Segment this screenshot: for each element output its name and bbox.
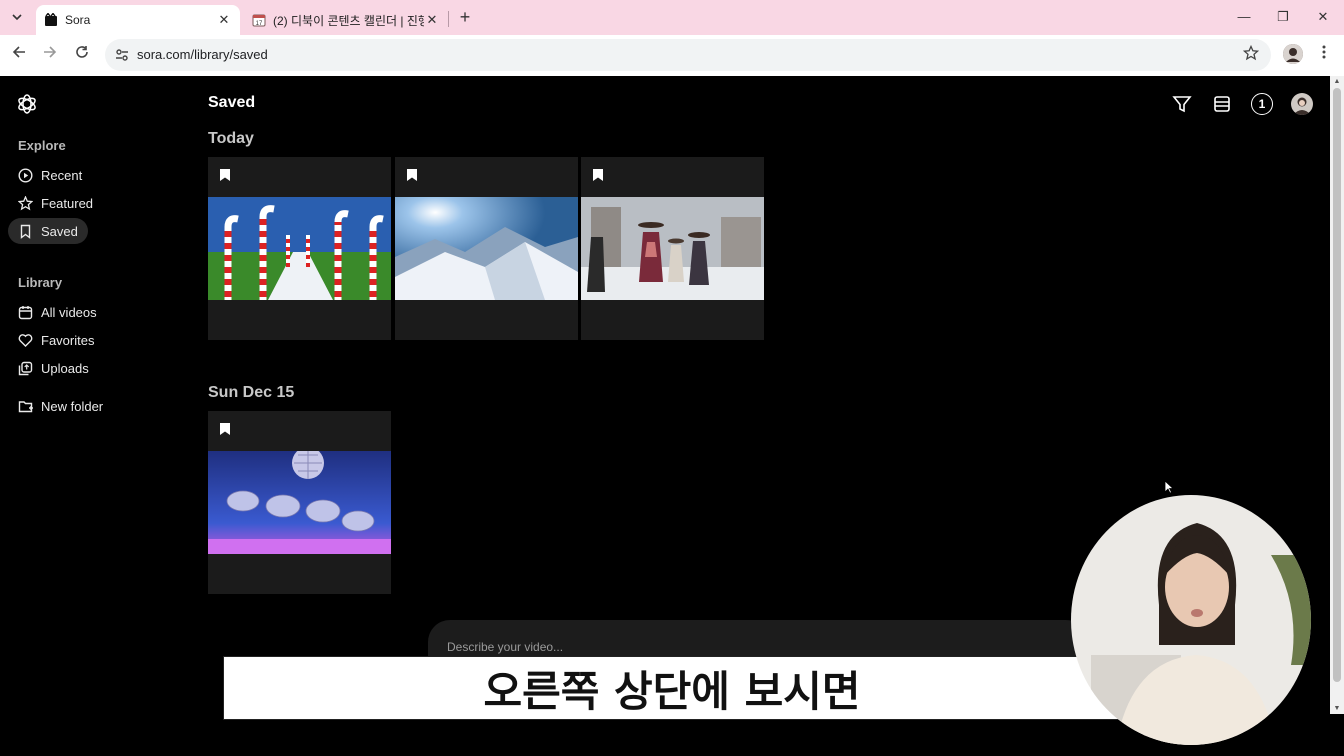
play-circle-icon xyxy=(18,167,33,183)
video-card[interactable] xyxy=(208,411,391,594)
video-thumbnail-disco-turtles[interactable] xyxy=(208,451,391,554)
window-close-button[interactable]: ✕ xyxy=(1311,6,1335,28)
bookmark-star-icon[interactable] xyxy=(1243,45,1259,61)
video-thumbnail-snow-mountains[interactable] xyxy=(395,197,578,300)
site-info-icon[interactable] xyxy=(113,46,131,64)
scrollbar-thumb[interactable] xyxy=(1333,88,1341,682)
more-vertical-icon xyxy=(1322,45,1326,59)
bookmark-filled-icon[interactable] xyxy=(219,168,231,182)
bookmark-filled-icon[interactable] xyxy=(219,422,231,436)
browser-toolbar: sora.com/library/saved xyxy=(0,35,1344,76)
tab-title: (2) 디북이 콘텐츠 캘린더 | 진행 xyxy=(273,13,424,28)
sora-favicon-icon xyxy=(45,13,57,26)
calendar-favicon-icon: 17 xyxy=(252,14,266,27)
filter-icon[interactable] xyxy=(1171,93,1193,115)
sidebar-item-label: Uploads xyxy=(41,360,89,376)
chevron-down-icon xyxy=(12,14,22,21)
restore-button[interactable]: ❐ xyxy=(1271,6,1295,28)
browser-menu-button[interactable] xyxy=(1317,44,1331,66)
video-subtitle: 오른쪽 상단에 보시면 xyxy=(223,656,1121,720)
calendar-icon xyxy=(18,305,33,319)
video-thumbnail-winter-fashion[interactable] xyxy=(581,197,764,300)
scroll-up-icon[interactable]: ▲ xyxy=(1333,78,1341,85)
back-button[interactable] xyxy=(8,44,30,66)
browser-tab-bar: Sora ✕ 17 (2) 디북이 콘텐츠 캘린더 | 진행 ✕ + — ❐ ✕ xyxy=(0,0,1344,35)
group-heading-dec-15: Sun Dec 15 xyxy=(208,384,295,401)
group-heading-today: Today xyxy=(208,130,254,147)
sidebar-item-featured[interactable]: Featured xyxy=(8,190,93,216)
sidebar-item-label: Saved xyxy=(41,223,78,239)
prompt-placeholder: Describe your video... xyxy=(447,640,564,654)
heart-icon xyxy=(18,333,33,347)
user-avatar[interactable] xyxy=(1291,93,1313,115)
reload-icon xyxy=(76,46,88,58)
notifications-button[interactable]: 1 xyxy=(1251,93,1273,115)
forward-button[interactable] xyxy=(39,44,61,66)
library-heading: Library xyxy=(18,275,63,290)
page-scrollbar[interactable]: ▲ ▼ xyxy=(1330,76,1344,714)
openai-logo-icon[interactable] xyxy=(16,93,38,115)
sidebar-item-saved[interactable]: Saved xyxy=(8,218,88,244)
view-list-icon[interactable] xyxy=(1211,93,1233,115)
url-text: sora.com/library/saved xyxy=(137,47,268,62)
sidebar-item-favorites[interactable]: Favorites xyxy=(8,327,128,353)
page-title: Saved xyxy=(208,94,256,111)
tab-search-dropdown[interactable] xyxy=(6,6,28,28)
bookmark-filled-icon[interactable] xyxy=(592,168,604,182)
sidebar-item-label: Favorites xyxy=(41,332,95,348)
tab-sora[interactable]: Sora ✕ xyxy=(36,5,240,35)
bookmark-filled-icon[interactable] xyxy=(406,168,418,182)
sidebar-item-label: New folder xyxy=(41,398,104,414)
sidebar-item-label: Recent xyxy=(41,167,83,183)
browser-profile-avatar[interactable] xyxy=(1283,44,1303,64)
tab-divider xyxy=(448,11,449,27)
star-icon xyxy=(18,195,33,210)
presenter-webcam xyxy=(1071,495,1311,745)
minimize-button[interactable]: — xyxy=(1232,6,1256,28)
arrow-left-icon xyxy=(12,46,25,58)
sidebar-item-all-videos[interactable]: All videos xyxy=(8,299,128,325)
video-card[interactable] xyxy=(395,157,578,340)
svg-text:17: 17 xyxy=(256,21,263,27)
tab-content-calendar[interactable]: 17 (2) 디북이 콘텐츠 캘린더 | 진행 ✕ xyxy=(244,5,448,35)
tab-close-icon[interactable]: ✕ xyxy=(216,12,232,28)
sidebar-item-label: Featured xyxy=(41,195,94,211)
sidebar-item-recent[interactable]: Recent xyxy=(8,162,88,188)
sidebar-item-uploads[interactable]: Uploads xyxy=(8,355,128,381)
video-card[interactable] xyxy=(208,157,391,340)
notification-count: 1 xyxy=(1258,97,1266,111)
arrow-right-icon xyxy=(44,46,57,58)
address-bar[interactable]: sora.com/library/saved xyxy=(105,39,1271,71)
tab-title: Sora xyxy=(65,13,91,27)
scroll-down-icon[interactable]: ▼ xyxy=(1333,705,1341,712)
new-folder-button[interactable]: New folder xyxy=(8,393,128,419)
mouse-cursor-icon xyxy=(1164,480,1174,494)
sora-app: Explore Recent Featured Saved Library Al… xyxy=(0,76,1330,756)
video-card[interactable] xyxy=(581,157,764,340)
tab-close-icon[interactable]: ✕ xyxy=(424,12,440,28)
new-tab-button[interactable]: + xyxy=(455,7,475,27)
upload-icon xyxy=(18,361,33,375)
bookmark-icon xyxy=(20,224,31,239)
sidebar-item-label: All videos xyxy=(41,304,97,320)
folder-plus-icon xyxy=(18,400,33,412)
video-thumbnail-candy-canes[interactable] xyxy=(208,197,391,300)
reload-button[interactable] xyxy=(71,44,93,66)
explore-heading: Explore xyxy=(18,138,66,153)
